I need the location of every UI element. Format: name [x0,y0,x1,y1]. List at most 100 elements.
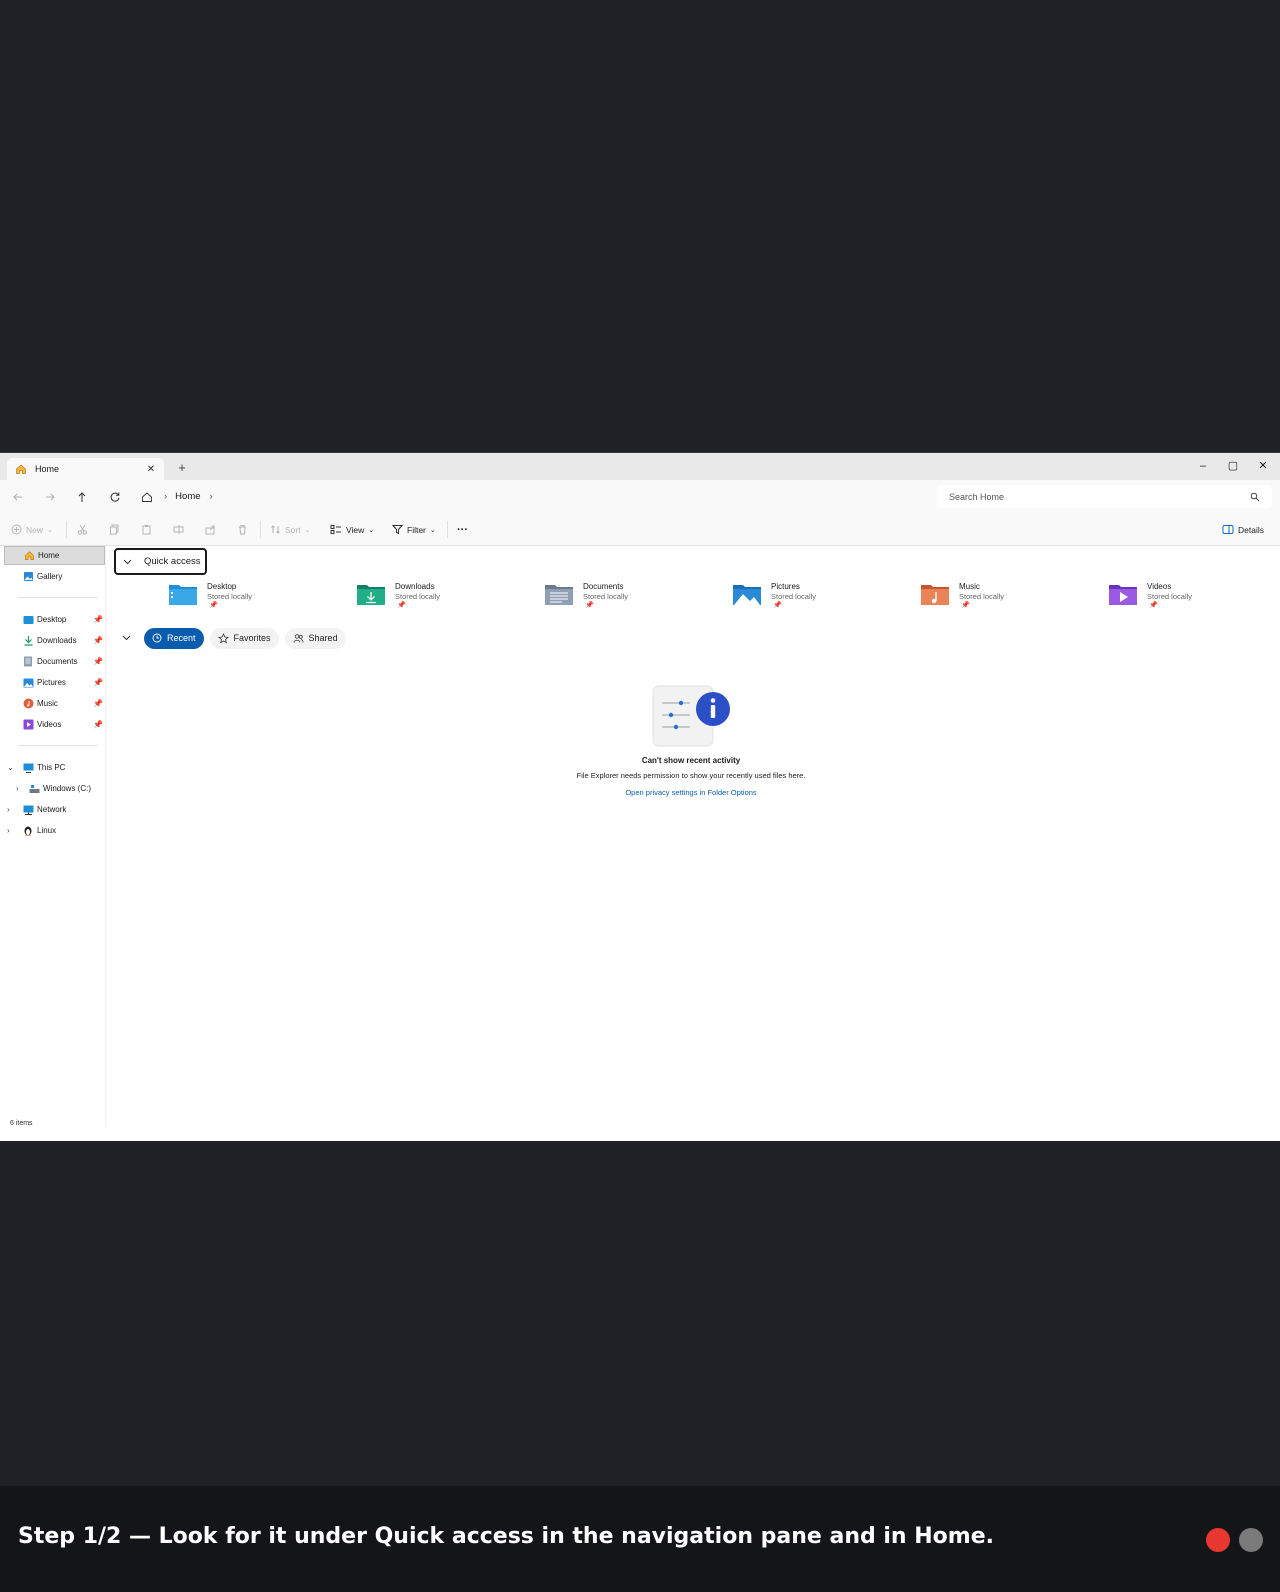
star-icon [217,632,229,643]
desktop-folder-icon [169,585,197,605]
quick-access-header[interactable]: Quick access [114,548,207,575]
maximize-button[interactable]: ▢ [1218,457,1248,475]
pin-icon: 📌 [93,657,103,666]
quick-access-folder-desktop[interactable]: Desktop Stored locally 📌 [168,579,348,615]
new-tab-button[interactable]: + [174,460,190,476]
sort-button[interactable]: Sort ⌄ [270,521,310,538]
tab-label: Home [35,464,60,474]
nav-item-this-pc[interactable]: ⌄ This PC [4,758,105,777]
nav-item-documents[interactable]: Documents 📌 [4,652,105,671]
breadcrumb-home[interactable]: Home [175,491,200,502]
command-bar: New ⌄ Sort ⌄ View ⌄ Filter ⌄ ··· Details [0,513,1280,546]
quick-access-folder-music[interactable]: Music Stored locally 📌 [920,579,1100,615]
breadcrumb-chevron[interactable]: › [210,491,213,502]
minimize-button[interactable]: – [1188,457,1218,475]
home-content: Quick access Desktop Stored locally 📌 Do… [106,546,1280,1126]
desktop-folder-icon [22,614,34,626]
pin-icon: 📌 [93,636,103,645]
nav-item-linux[interactable]: › Linux [4,821,105,840]
empty-state-title: Can't show recent activity [641,756,741,765]
view-button[interactable]: View ⌄ [330,521,374,538]
drive-icon [28,783,40,795]
nav-item-music[interactable]: Music 📌 [4,694,105,713]
documents-folder-icon [545,585,573,605]
back-button[interactable] [9,488,27,506]
pin-icon: 📌 [1149,602,1158,609]
file-explorer-window: Home ✕ + – ▢ ✕ › Home › Search Home New … [0,452,1280,1141]
chevron-right-icon[interactable]: › [7,826,10,835]
recent-section-header: Recent Favorites Shared [114,626,346,650]
tab-favorites[interactable]: Favorites [209,627,279,649]
chevron-down-icon: ⌄ [429,526,436,534]
chevron-down-icon[interactable] [114,635,138,641]
nav-item-desktop[interactable]: Desktop 📌 [4,610,105,629]
nav-item-home[interactable]: Home [4,546,105,565]
rename-button[interactable] [173,521,184,538]
quick-access-folder-pictures[interactable]: Pictures Stored locally 📌 [732,579,912,615]
quick-access-folder-downloads[interactable]: Downloads Stored locally 📌 [356,579,536,615]
music-icon [22,698,34,710]
share-icon [205,525,215,535]
chevron-down-icon: ⌄ [368,526,375,534]
forward-button[interactable] [41,488,59,506]
breadcrumb-separator: › [164,491,168,502]
scissors-icon [77,524,88,535]
pictures-folder-icon [733,585,761,605]
copy-button[interactable] [109,521,120,538]
quick-access-folder-documents[interactable]: Documents Stored locally 📌 [544,579,724,615]
chevron-down-icon[interactable] [116,559,138,565]
videos-icon [22,719,34,731]
breadcrumb[interactable]: › Home › [138,485,928,508]
search-input[interactable]: Search Home [937,485,1272,508]
privacy-settings-link[interactable]: Open privacy settings in Folder Options [546,788,836,797]
chevron-down-icon[interactable]: ⌄ [7,763,14,772]
address-bar-row: › Home › Search Home [0,480,1280,514]
details-button[interactable]: Details [1222,521,1264,538]
back-arrow-icon [13,493,22,501]
info-settings-illustration [652,685,730,747]
tab-home[interactable]: Home ✕ [7,458,164,480]
nav-item-windows-c[interactable]: › Windows (C:) [4,779,105,798]
nav-item-pictures[interactable]: Pictures 📌 [4,673,105,692]
up-button[interactable] [73,488,91,506]
refresh-icon [110,492,120,502]
red-dot-indicator [1206,1528,1230,1552]
downloads-folder-icon [357,585,385,605]
download-icon [22,635,34,647]
close-tab-icon[interactable]: ✕ [144,462,158,476]
nav-item-videos[interactable]: Videos 📌 [4,715,105,734]
tab-recent[interactable]: Recent [144,627,204,649]
navigation-pane: Home Gallery Desktop 📌 Downloads 📌 Docum… [0,546,106,1126]
cut-button[interactable] [77,521,88,538]
more-options-button[interactable]: ··· [457,521,468,538]
copy-icon [110,524,119,535]
status-bar-item-count: 6 items [10,1120,33,1127]
pin-icon: 📌 [209,602,218,609]
tab-shared[interactable]: Shared [284,627,346,649]
pin-icon: 📌 [93,615,103,624]
chevron-right-icon[interactable]: › [16,784,19,793]
nav-item-downloads[interactable]: Downloads 📌 [4,631,105,650]
new-button[interactable]: New ⌄ [11,521,53,538]
empty-state-message: File Explorer needs permission to show y… [576,771,806,780]
clock-icon [152,633,162,643]
forward-arrow-icon [46,493,55,501]
quick-access-folder-videos[interactable]: Videos Stored locally 📌 [1108,579,1280,615]
filter-button[interactable]: Filter ⌄ [392,521,436,538]
delete-button[interactable] [237,521,248,538]
empty-state: Can't show recent activity File Explorer… [546,684,836,797]
paste-button[interactable] [141,521,152,538]
nav-item-gallery[interactable]: Gallery [4,567,105,586]
refresh-button[interactable] [106,488,124,506]
home-icon [23,550,35,562]
home-outline-icon[interactable] [138,491,156,503]
close-window-button[interactable]: ✕ [1248,457,1278,475]
nav-item-network[interactable]: › Network [4,800,105,819]
chevron-right-icon[interactable]: › [7,805,10,814]
pin-icon: 📌 [93,678,103,687]
share-button[interactable] [205,521,216,538]
search-icon [1250,492,1260,501]
caption-bar: Step 1/2 — Look for it under Quick acces… [0,1486,1280,1592]
title-bar: Home ✕ + – ▢ ✕ [0,453,1280,480]
sort-icon [271,525,280,534]
